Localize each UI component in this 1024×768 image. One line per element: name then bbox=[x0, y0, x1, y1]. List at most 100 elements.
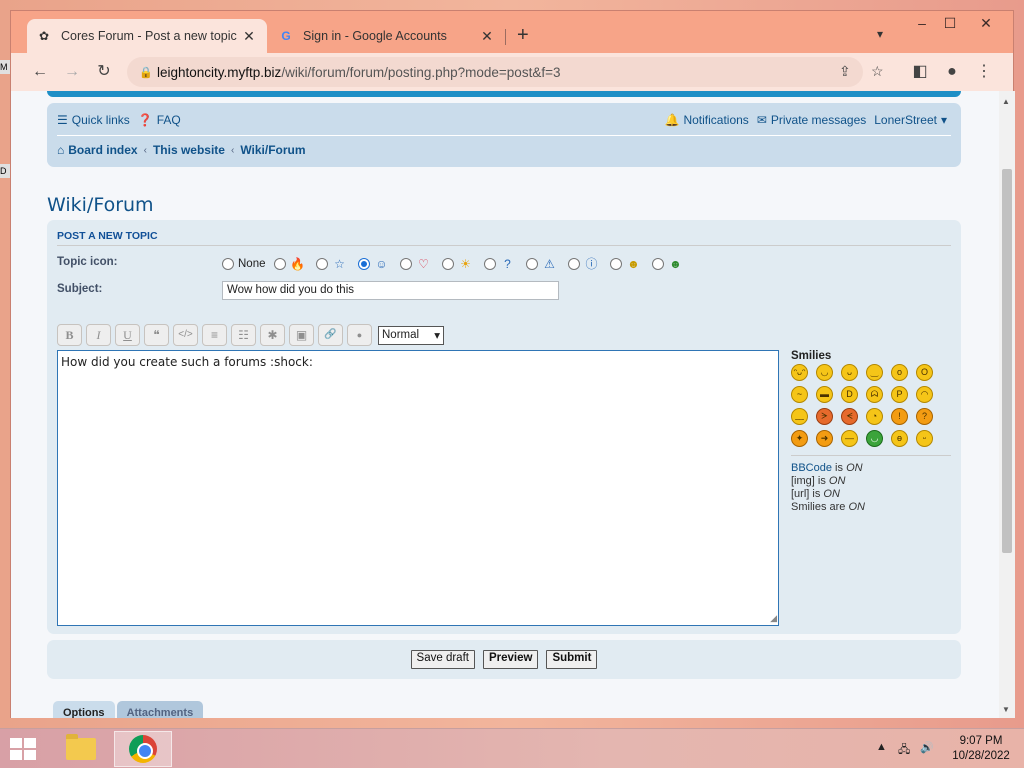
network-icon[interactable]: 🖧 bbox=[898, 741, 910, 760]
smiley-exclaim-icon[interactable]: ! bbox=[891, 408, 908, 425]
smiley-oops-icon[interactable]: ◠ bbox=[916, 386, 933, 403]
message-textarea[interactable]: How did you create such a forums :shock:… bbox=[57, 350, 779, 626]
topic-icon-radio[interactable] bbox=[441, 257, 454, 270]
smiley-razz-icon[interactable]: P bbox=[891, 386, 908, 403]
smiley-shock-icon[interactable]: O bbox=[916, 364, 933, 381]
smiley-confused-icon[interactable]: ~ bbox=[791, 386, 808, 403]
quote-icon[interactable]: ❝ bbox=[144, 324, 169, 346]
smiley-neutral-icon[interactable]: — bbox=[841, 430, 858, 447]
smiley-lol-icon[interactable]: D bbox=[841, 386, 858, 403]
question-circle-icon: ❓ bbox=[137, 113, 153, 127]
new-tab-button[interactable]: + bbox=[517, 25, 529, 45]
tab-google-signin[interactable]: G Sign in - Google Accounts ✕ bbox=[269, 19, 505, 53]
topic-icon-radio[interactable] bbox=[315, 257, 328, 270]
smiley-evil-icon[interactable]: ᗒ bbox=[816, 408, 833, 425]
private-messages-link[interactable]: ✉ Private messages bbox=[757, 113, 866, 127]
google-icon: G bbox=[281, 29, 291, 43]
close-window-button[interactable]: ✕ bbox=[971, 13, 1001, 33]
scroll-up-icon[interactable]: ▲ bbox=[1002, 97, 1010, 106]
volume-icon[interactable]: 🔊 bbox=[920, 741, 934, 754]
forward-arrow-icon[interactable]: → bbox=[61, 61, 83, 83]
bold-button[interactable]: B bbox=[57, 324, 82, 346]
smiley-smile-icon[interactable]: ◡ bbox=[816, 364, 833, 381]
preview-button[interactable]: Preview bbox=[482, 650, 539, 669]
smiley-ugeek-icon[interactable]: ᵕ bbox=[916, 430, 933, 447]
smiley-wink-icon[interactable]: ᴗ bbox=[841, 364, 858, 381]
smiley-twisted-icon[interactable]: ᗕ bbox=[841, 408, 858, 425]
smiley-geek-icon[interactable]: ѳ bbox=[891, 430, 908, 447]
submit-button[interactable]: Submit bbox=[546, 650, 598, 669]
tab-options[interactable]: Options bbox=[53, 701, 115, 718]
topic-icon-radio[interactable] bbox=[525, 257, 538, 270]
topic-icon-radio[interactable] bbox=[483, 257, 496, 270]
tray-chevron-icon[interactable]: ▲ bbox=[876, 741, 887, 753]
image-icon[interactable]: ▣ bbox=[289, 324, 314, 346]
smiley-green-icon[interactable]: ◡ bbox=[866, 430, 883, 447]
address-bar[interactable]: 🔒 leightoncity.myftp.biz/wiki/forum/foru… bbox=[127, 57, 884, 87]
font-size-select[interactable]: Normal ▾ bbox=[378, 325, 444, 345]
side-panel-icon[interactable]: ◧ bbox=[909, 61, 931, 83]
user-menu[interactable]: LonerStreet ▾ bbox=[874, 113, 951, 127]
tab-cores-forum[interactable]: ✿ Cores Forum - Post a new topic ✕ bbox=[27, 19, 267, 53]
topic-icon-radio-none[interactable] bbox=[222, 257, 234, 270]
smiley-cool-icon[interactable]: ▬ bbox=[816, 386, 833, 403]
maximize-button[interactable]: ☐ bbox=[935, 13, 965, 33]
reload-icon[interactable]: ↻ bbox=[93, 61, 115, 83]
smiley-biggrin-icon[interactable]: ᵔᴗᵔ bbox=[791, 364, 808, 381]
close-icon[interactable]: ✕ bbox=[479, 28, 495, 45]
topic-icon-radio[interactable] bbox=[273, 257, 286, 270]
subject-input[interactable]: Wow how did you do this bbox=[222, 281, 559, 300]
breadcrumb-wiki-forum[interactable]: Wiki/Forum bbox=[240, 143, 305, 157]
page-viewport: ☰ Quick links ❓ FAQ 🔔 Notifications ✉ Privat… bbox=[11, 91, 999, 718]
breadcrumb-board-index[interactable]: Board index bbox=[68, 143, 137, 157]
desktop-stub-mid: D bbox=[0, 164, 10, 178]
page-title[interactable]: Wiki/Forum bbox=[47, 194, 154, 216]
tab-attachments[interactable]: Attachments bbox=[116, 701, 204, 718]
scrollbar-thumb[interactable] bbox=[1002, 169, 1012, 553]
windows-start-icon[interactable] bbox=[10, 738, 38, 762]
smiley-cry-icon[interactable]: ﹏ bbox=[791, 408, 808, 425]
breadcrumb-this-website[interactable]: This website bbox=[153, 143, 225, 157]
bbcode-link[interactable]: BBCode bbox=[791, 462, 832, 474]
tab-search-chevron-icon[interactable]: ▾ bbox=[877, 27, 883, 41]
color-drop-icon[interactable]: ● bbox=[347, 324, 372, 346]
close-icon[interactable]: ✕ bbox=[241, 28, 257, 45]
list-icon[interactable]: ≡ bbox=[202, 324, 227, 346]
smiley-mad-icon[interactable]: ᗣ bbox=[866, 386, 883, 403]
topic-icon-radio[interactable] bbox=[567, 257, 580, 270]
topic-icon-radio[interactable] bbox=[651, 257, 664, 270]
list-item-icon[interactable]: ✱ bbox=[260, 324, 285, 346]
topic-icon-radio[interactable] bbox=[609, 257, 622, 270]
scroll-down-icon[interactable]: ▼ bbox=[1002, 705, 1010, 714]
save-draft-button[interactable]: Save draft bbox=[410, 650, 475, 669]
topic-icon-radio-selected[interactable] bbox=[357, 257, 370, 270]
minimize-button[interactable]: – bbox=[907, 13, 937, 33]
menu-kebab-icon[interactable]: ⋮ bbox=[973, 61, 995, 83]
italic-button[interactable]: I bbox=[86, 324, 111, 346]
underline-button[interactable]: U bbox=[115, 324, 140, 346]
back-arrow-icon[interactable]: ← bbox=[29, 61, 51, 83]
share-icon[interactable]: ⇪ bbox=[839, 63, 851, 80]
smiley-idea-icon[interactable]: ✦ bbox=[791, 430, 808, 447]
smiley-arrow-icon[interactable]: ➜ bbox=[816, 430, 833, 447]
smiley-rolleyes-icon[interactable]: ‿ bbox=[866, 364, 883, 381]
profile-avatar-icon[interactable]: ● bbox=[941, 61, 963, 83]
smiley-surprised-icon[interactable]: o bbox=[891, 364, 908, 381]
file-explorer-icon[interactable] bbox=[52, 731, 110, 767]
chrome-taskbar-icon[interactable] bbox=[114, 731, 172, 767]
page-scrollbar[interactable]: ▲ ▼ bbox=[999, 91, 1015, 718]
faq-link[interactable]: ❓ FAQ bbox=[138, 113, 181, 127]
home-icon: ⌂ bbox=[57, 143, 65, 157]
smiley-roll-icon[interactable]: ◔ bbox=[866, 408, 883, 425]
quick-links-link[interactable]: ☰ Quick links bbox=[57, 113, 130, 127]
code-icon[interactable]: </> bbox=[173, 324, 198, 346]
forum-navbar: ☰ Quick links ❓ FAQ 🔔 Notifications ✉ Privat… bbox=[47, 103, 961, 167]
system-clock[interactable]: 9:07 PM 10/28/2022 bbox=[946, 734, 1016, 764]
numbered-list-icon[interactable]: ☷ bbox=[231, 324, 256, 346]
bookmark-star-icon[interactable]: ☆ bbox=[871, 63, 884, 80]
resize-grip-icon[interactable]: ◢ bbox=[770, 614, 777, 624]
smiley-question-icon[interactable]: ? bbox=[916, 408, 933, 425]
link-icon[interactable]: 🔗 bbox=[318, 324, 343, 346]
topic-icon-radio[interactable] bbox=[399, 257, 412, 270]
notifications-link[interactable]: 🔔 Notifications bbox=[664, 113, 748, 127]
